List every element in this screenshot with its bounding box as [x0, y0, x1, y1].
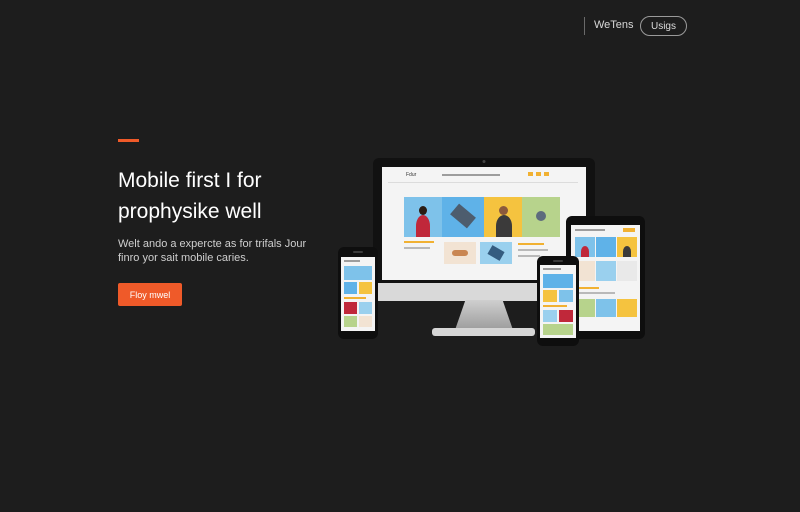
person-thumbnail: [623, 246, 631, 257]
phone-nav-line: [543, 268, 561, 270]
desktop-banner-portrait: [484, 197, 522, 237]
product-icon: [450, 203, 476, 229]
cta-button[interactable]: Floy mwel: [118, 283, 182, 306]
phone-tile: [543, 324, 573, 335]
desktop-site-logo: Fdur: [406, 172, 417, 178]
phone-tile: [344, 302, 357, 314]
phone-left: [338, 247, 378, 339]
tablet-tile: [617, 299, 637, 317]
hero-subtitle: Welt ando a expercte as for trifals Jour…: [118, 238, 307, 264]
desktop-card-text: [518, 249, 548, 251]
tablet-tile: [596, 237, 616, 257]
hero-title: Mobile first I for prophysike well: [118, 169, 262, 223]
desktop-card-image: [444, 242, 476, 264]
card-product: [487, 245, 505, 261]
tablet-screen: [571, 225, 640, 331]
phone-tile: [344, 266, 372, 280]
desktop-nav-line: [442, 174, 500, 176]
person-thumbnail: [416, 215, 430, 237]
phone-tile: [359, 282, 372, 294]
phone-speaker: [553, 260, 563, 262]
person-head: [499, 206, 508, 215]
phone-text: [344, 297, 366, 299]
phone-tile: [543, 274, 573, 288]
person-thumbnail: [581, 246, 589, 257]
phone-speaker: [353, 251, 363, 253]
person-thumbnail: [496, 215, 512, 237]
item-icon: [536, 211, 546, 221]
desktop-card-text: [518, 255, 540, 257]
nav-link[interactable]: WeTens: [594, 19, 634, 31]
tablet-tile: [617, 237, 637, 257]
accent-bar: [118, 139, 139, 142]
nav-divider: [584, 17, 585, 35]
desktop-nav-dot: [544, 172, 549, 176]
camera-dot-icon: [482, 160, 486, 163]
phone-left-screen: [341, 257, 375, 331]
desktop-card-text: [404, 247, 430, 249]
desktop-divider: [388, 182, 578, 183]
phone-tile: [344, 316, 357, 327]
desktop-banner-product: [442, 197, 484, 237]
desktop-card-title: [404, 241, 434, 243]
monitor-base: [432, 328, 535, 336]
tablet-nav-badge: [623, 228, 635, 232]
tablet-text: [575, 292, 615, 294]
desktop-card-image: [480, 242, 512, 264]
phone-tile: [344, 282, 357, 294]
desktop-banner-item: [522, 197, 560, 237]
phone-right: [537, 256, 579, 346]
nav-pill-button[interactable]: Usigs: [640, 16, 687, 36]
card-product: [452, 250, 468, 256]
tablet-nav-line: [575, 229, 605, 231]
tablet-tile: [596, 299, 616, 317]
phone-tile: [359, 316, 372, 327]
phone-tile: [543, 290, 557, 302]
phone-tile: [543, 310, 557, 322]
phone-nav-line: [344, 260, 360, 262]
phone-text: [543, 305, 567, 307]
monitor-stand: [455, 300, 513, 330]
tablet-tile: [617, 261, 637, 281]
person-head: [419, 206, 427, 215]
phone-tile: [359, 302, 372, 314]
desktop-card-title: [518, 243, 544, 245]
desktop-nav-dot: [528, 172, 533, 176]
tablet-tile: [575, 237, 595, 257]
phone-tile: [559, 290, 573, 302]
phone-tile: [559, 310, 573, 322]
phone-right-screen: [540, 265, 576, 338]
desktop-nav-dot: [536, 172, 541, 176]
desktop-banner-person: [404, 197, 442, 237]
tablet-tile: [596, 261, 616, 281]
